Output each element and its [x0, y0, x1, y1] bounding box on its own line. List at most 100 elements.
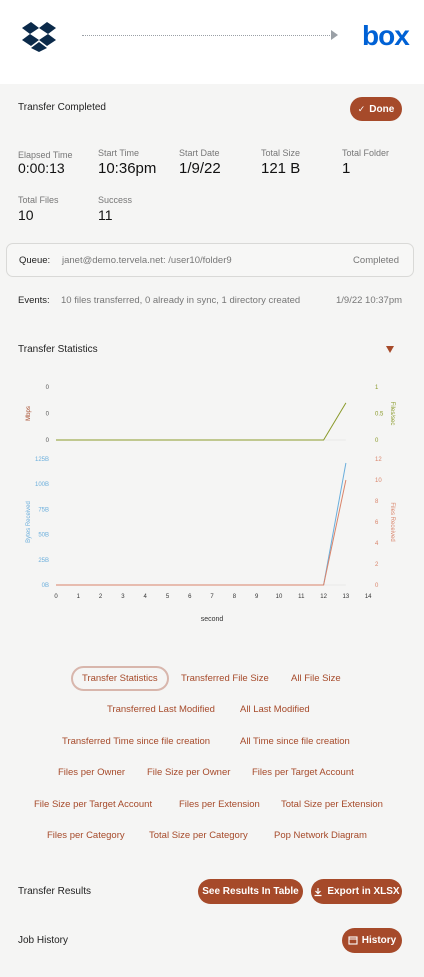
tag-all-time-since-creation[interactable]: All Time since file creation	[240, 736, 350, 747]
x-tick-label: 4	[144, 594, 148, 600]
see-results-button[interactable]: See Results In Table	[198, 879, 303, 904]
stat-label: Total Files	[18, 195, 59, 205]
tag-transferred-file-size[interactable]: Transferred File Size	[181, 673, 269, 684]
chart2-left-axis-label: Bytes Received	[26, 501, 32, 543]
dropbox-icon	[22, 22, 56, 52]
chart2-left-tick: 50B	[38, 533, 49, 539]
done-label: Done	[369, 103, 395, 115]
chart2-series-line-0	[56, 462, 347, 586]
chart1-left-axis-label: Mbps	[26, 406, 32, 421]
transfer-statistics-chart: 000 00.51Mbps Files/sec0B25B50B75B100B125B…	[26, 385, 395, 623]
stat-value: 11	[98, 207, 113, 223]
tag-all-file-size[interactable]: All File Size	[291, 673, 341, 684]
stat-label: Total Folder	[342, 148, 390, 158]
tag-total-size-per-category[interactable]: Total Size per Category	[149, 830, 248, 841]
x-tick-label: 5	[166, 594, 170, 600]
x-tick-label: 11	[298, 594, 305, 600]
x-tick-label: 14	[365, 594, 372, 600]
x-tick-label: 9	[255, 594, 259, 600]
chart2-right-axis-label: Files Received	[389, 502, 395, 541]
x-tick-label: 12	[320, 594, 327, 600]
export-xlsx-button[interactable]: Export in XLSX	[311, 879, 402, 904]
tag-transferred-last-modified[interactable]: Transferred Last Modified	[107, 704, 215, 715]
stat-total-size: Total Size 121 B	[261, 148, 301, 178]
stat-total-files: Total Files 10	[18, 195, 59, 224]
transfer-flow-line	[82, 35, 334, 36]
chart2-series-line-1	[56, 479, 347, 586]
chart1-right-tick: 0	[375, 438, 379, 444]
stat-value: 10	[18, 207, 34, 223]
events-text: 10 files transferred, 0 already in sync,…	[61, 295, 301, 306]
filter-icon[interactable]	[386, 346, 394, 353]
transfer-statistics-title: Transfer Statistics	[18, 344, 98, 355]
chart1-left-tick: 0	[46, 438, 50, 444]
tag-transfer-statistics[interactable]: Transfer Statistics	[71, 666, 169, 691]
box-logo: box	[362, 20, 410, 51]
chart2-right-tick: 10	[375, 478, 382, 484]
tag-files-per-owner[interactable]: Files per Owner	[58, 767, 125, 778]
stat-value: 0:00:13	[18, 160, 65, 176]
stat-start-time: Start Time 10:36pm	[98, 148, 157, 178]
chart1-right-tick: 1	[375, 385, 379, 391]
chart2-left-tick: 125B	[35, 457, 49, 463]
x-tick-label: 8	[233, 594, 237, 600]
stat-value: 1	[342, 160, 351, 177]
queue-status: Completed	[353, 255, 399, 266]
tag-total-size-per-extension[interactable]: Total Size per Extension	[281, 799, 383, 810]
chart1-series-line-0	[56, 402, 347, 441]
history-label: History	[361, 935, 397, 946]
history-icon	[348, 936, 358, 945]
tag-transferred-time-since-creation[interactable]: Transferred Time since file creation	[62, 736, 210, 747]
queue-panel: Queue: janet@demo.tervela.net: /user10/f…	[6, 243, 414, 277]
x-tick-label: 1	[77, 594, 81, 600]
check-icon: ✓	[357, 103, 366, 114]
tag-files-per-target-account[interactable]: Files per Target Account	[252, 767, 354, 778]
x-tick-label: 3	[121, 594, 125, 600]
tag-files-per-extension[interactable]: Files per Extension	[179, 799, 260, 810]
stat-label: Total Size	[261, 148, 301, 158]
stat-elapsed-time: Elapsed Time 0:00:13	[18, 151, 78, 177]
stat-value: 121 B	[261, 160, 301, 177]
header: box	[0, 0, 424, 84]
tag-file-size-per-target-account[interactable]: File Size per Target Account	[34, 799, 152, 810]
chart2-left-tick: 25B	[38, 558, 49, 564]
x-tick-label: 0	[54, 594, 58, 600]
tag-files-per-category[interactable]: Files per Category	[47, 830, 125, 841]
x-axis-label: second	[201, 616, 224, 623]
x-tick-label: 7	[210, 594, 214, 600]
x-tick-label: 6	[188, 594, 192, 600]
stat-label: Start Time	[98, 148, 140, 158]
chart1-left-tick: 0	[46, 412, 50, 418]
x-tick-label: 10	[276, 594, 283, 600]
job-history-title: Job History	[18, 935, 69, 946]
x-tick-label: 13	[343, 594, 350, 600]
history-button[interactable]: History	[342, 928, 402, 953]
queue-label: Queue:	[19, 255, 51, 266]
stat-label: Success	[98, 195, 133, 205]
events-label: Events:	[18, 295, 50, 306]
chart1-right-axis-label: Files/sec	[389, 402, 395, 426]
see-results-label: See Results In Table	[202, 886, 299, 897]
arrow-right-icon	[331, 30, 338, 40]
export-label: Export in XLSX	[327, 886, 400, 897]
stat-start-date: Start Date 1/9/22	[179, 148, 221, 178]
chart1-right-tick: 0.5	[375, 412, 384, 418]
chart2-right-tick: 12	[375, 457, 382, 463]
chart2-right-tick: 4	[375, 541, 379, 547]
chart2-left-tick: 100B	[35, 482, 49, 488]
done-button[interactable]: ✓ Done	[350, 97, 402, 121]
tag-all-last-modified[interactable]: All Last Modified	[240, 704, 310, 715]
chart2-right-tick: 0	[375, 583, 379, 589]
stat-value: 10:36pm	[98, 160, 157, 177]
transfer-status-title: Transfer Completed	[18, 102, 106, 113]
chart1-left-tick: 0	[46, 385, 50, 391]
stat-total-folder: Total Folder 1	[342, 148, 390, 178]
stat-value: 1/9/22	[179, 160, 221, 177]
tag-file-size-per-owner[interactable]: File Size per Owner	[147, 767, 230, 778]
queue-path: janet@demo.tervela.net: /user10/folder9	[62, 255, 232, 266]
stat-success: Success 11	[98, 195, 133, 224]
tag-pop-network-diagram[interactable]: Pop Network Diagram	[274, 830, 367, 841]
x-tick-label: 2	[99, 594, 103, 600]
chart2-right-tick: 6	[375, 520, 379, 526]
stat-label: Start Date	[179, 148, 220, 158]
